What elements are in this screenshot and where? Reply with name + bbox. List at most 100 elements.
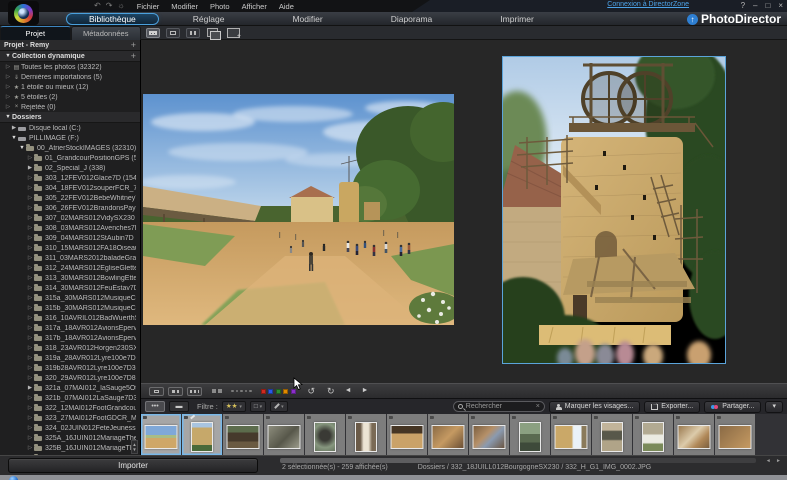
folder-row[interactable]: ▷ 315a_30MARS012MusiqueCon... xyxy=(0,293,140,303)
single-viewer-icon[interactable] xyxy=(149,387,164,396)
filmstrip-scrollbar[interactable] xyxy=(280,458,756,463)
folder-row[interactable]: ▶ Disque local (C:) xyxy=(0,123,140,133)
expand-icon[interactable]: ▷ xyxy=(26,245,34,251)
folder-row[interactable]: ▷ 308_03MARS012Avenches7D (... xyxy=(0,223,140,233)
photo-portrait-tower[interactable] xyxy=(503,57,725,363)
rating-dots[interactable] xyxy=(231,390,252,393)
folder-row[interactable]: ▷ 317a_18AVR012AvionsEpervie... xyxy=(0,323,140,333)
chevron-down-icon[interactable]: ▼ xyxy=(4,114,12,120)
scroll-down-icon[interactable]: ▼ xyxy=(132,447,136,452)
folder-row[interactable]: ▷ 310_15MARS012FA18Oiseaux... xyxy=(0,243,140,253)
rotate-right-icon[interactable]: ↻ xyxy=(327,386,335,396)
thumbnail[interactable] xyxy=(182,414,222,455)
folder-row[interactable]: ▷ 312_24MARS012EgliseGlettere... xyxy=(0,263,140,273)
expand-icon[interactable]: ▷ xyxy=(26,405,34,411)
expand-icon[interactable]: ▷ xyxy=(4,64,12,70)
next-photo-icon[interactable]: ► xyxy=(362,386,369,396)
expand-icon[interactable]: ▷ xyxy=(26,395,34,401)
flag-filter-dropdown[interactable]: □ ▾ xyxy=(250,401,266,412)
compare-view-icon[interactable] xyxy=(206,28,220,38)
tab-imprimer[interactable]: Imprimer xyxy=(466,13,568,25)
expand-icon[interactable]: ▷ xyxy=(26,435,34,441)
collection-item[interactable]: ▷ ★ 1 étoile ou mieux (12) xyxy=(0,82,140,92)
expand-icon[interactable]: ▷ xyxy=(26,425,34,431)
stars-filter-dropdown[interactable]: ★★ ▾ xyxy=(222,401,246,412)
expand-icon[interactable]: ▷ xyxy=(26,265,34,271)
minimize-button[interactable]: – xyxy=(753,0,757,11)
collection-item[interactable]: ▷ ⇓ Dernières importations (5) xyxy=(0,72,140,82)
tab-bibliothèque[interactable]: Bibliothèque xyxy=(66,13,159,25)
thumbnail[interactable] xyxy=(510,414,550,455)
folder-row[interactable]: ▷ 325B_16JUIN012MariageThev... xyxy=(0,443,140,453)
tab-réglage[interactable]: Réglage xyxy=(159,13,259,25)
rotate-left-icon[interactable]: ↺ xyxy=(308,386,316,396)
folder-row[interactable]: ▷ 314_30MARS012FeuEstav7D3... xyxy=(0,283,140,293)
folder-row[interactable]: ▶ 02_Special_J (338) xyxy=(0,163,140,173)
folder-row[interactable]: ▷ 320_29AVR012Lyre100e7D85 ... xyxy=(0,373,140,383)
grid-view-icon[interactable] xyxy=(146,28,160,38)
menu-item-fichier[interactable]: Fichier xyxy=(137,2,160,11)
expand-icon[interactable]: ▷ xyxy=(26,215,34,221)
thumbnail[interactable] xyxy=(346,414,386,455)
redo-icon[interactable]: ↷ xyxy=(106,1,113,11)
folder-row[interactable]: ▷ 323_27MAI012FootGDCR_MTB... xyxy=(0,413,140,423)
thumbnail[interactable] xyxy=(633,414,673,455)
folder-row[interactable]: ▷ 307_02MARS012VidySX230 (83) xyxy=(0,213,140,223)
folder-row[interactable]: ▷ 316_10AVRIL012BadWuerthSX... xyxy=(0,313,140,323)
expand-icon[interactable]: ▷ xyxy=(26,235,34,241)
taskbar-app-icon[interactable] xyxy=(9,476,18,480)
folder-row[interactable]: ▶ 321a_07MAI012_laSauge5Otes... xyxy=(0,383,140,393)
expand-icon[interactable]: ▷ xyxy=(26,285,34,291)
expand-icon[interactable]: ▼ xyxy=(10,135,18,141)
expand-icon[interactable]: ▷ xyxy=(26,195,34,201)
folder-row[interactable]: ▷ 311_03MARS2012baladeGran... xyxy=(0,253,140,263)
folder-row[interactable]: ▷ 322_12MAI012FootGrandcour... xyxy=(0,403,140,413)
settings-gear-icon[interactable]: ☼ xyxy=(117,1,124,11)
sidebar-tab-projet[interactable]: Projet xyxy=(0,26,71,40)
share-button[interactable]: Partager... xyxy=(704,401,761,413)
folder-row[interactable]: ▷ 01_GrandcourPositionGPS (5) xyxy=(0,153,140,163)
expand-icon[interactable]: ▷ xyxy=(4,84,12,90)
smart-collection-header[interactable]: ▼ Collection dynamique + xyxy=(0,51,140,62)
collection-item[interactable]: ▷ ★ 5 étoiles (2) xyxy=(0,92,140,102)
thumbnail[interactable] xyxy=(715,414,755,455)
expand-icon[interactable]: ▷ xyxy=(26,255,34,261)
thumbnail[interactable] xyxy=(387,414,427,455)
label-filter-dropdown[interactable]: ▾ xyxy=(270,401,288,412)
scroll-arrows[interactable]: ◄ ► xyxy=(766,458,783,464)
folder-row[interactable]: ▷ 325A_16JUIN012MariageThevoz... xyxy=(0,433,140,443)
folder-row[interactable]: ▷ 319b28AVR012Lyre100e7D30... xyxy=(0,363,140,373)
folder-row[interactable]: ▷ 315b_30MARS012MusiqueCon... xyxy=(0,303,140,313)
share-more-dropdown[interactable]: ▾ xyxy=(765,401,783,413)
expand-icon[interactable]: ▷ xyxy=(26,355,34,361)
color-swatch[interactable] xyxy=(261,389,266,394)
thumbnail[interactable] xyxy=(141,414,181,455)
help-button[interactable]: ? xyxy=(741,0,745,11)
thumbnail[interactable] xyxy=(469,414,509,455)
expand-icon[interactable]: ▷ xyxy=(26,315,34,321)
expand-icon[interactable]: ▼ xyxy=(18,145,26,151)
expand-icon[interactable]: ▷ xyxy=(26,445,34,451)
previous-photo-icon[interactable]: ◄ xyxy=(345,386,352,396)
add-project-button[interactable]: + xyxy=(131,41,136,50)
import-button[interactable]: Importer xyxy=(8,458,258,473)
folders-header[interactable]: ▼ Dossiers xyxy=(0,112,140,123)
folder-row[interactable]: ▷ 309_04MARS012StAubin7D (1... xyxy=(0,233,140,243)
expand-icon[interactable]: ▷ xyxy=(26,275,34,281)
thumbnail[interactable] xyxy=(223,414,263,455)
folder-row[interactable]: ▷ 305_22FEV012BebeWhitney7D... xyxy=(0,193,140,203)
sidebar-tab-métadonnées[interactable]: Métadonnées xyxy=(71,26,142,40)
thumbnail[interactable] xyxy=(264,414,304,455)
thumbnail[interactable] xyxy=(592,414,632,455)
chevron-down-icon[interactable]: ▼ xyxy=(4,53,12,59)
tab-modifier[interactable]: Modifier xyxy=(258,13,356,25)
collection-item[interactable]: ▷ ▤ Toutes les photos (32322) xyxy=(0,62,140,72)
color-swatch[interactable] xyxy=(276,389,281,394)
expand-icon[interactable]: ▷ xyxy=(4,104,12,110)
expand-icon[interactable]: ▷ xyxy=(26,345,34,351)
expand-icon[interactable]: ▷ xyxy=(26,305,34,311)
add-collection-button[interactable]: + xyxy=(131,52,136,61)
expand-icon[interactable]: ▶ xyxy=(26,165,34,171)
expand-icon[interactable]: ▷ xyxy=(26,375,34,381)
color-swatch[interactable] xyxy=(283,389,288,394)
